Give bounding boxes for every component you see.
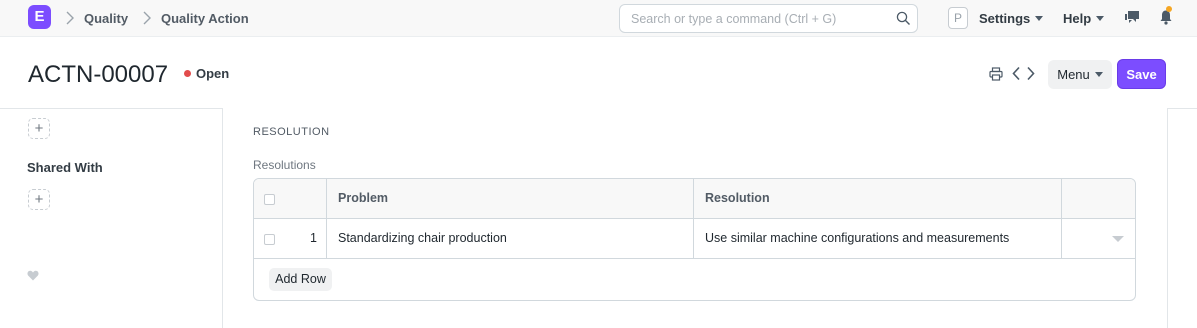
add-row-button[interactable]: Add Row: [269, 268, 332, 291]
column-header-resolution: Resolution: [705, 191, 770, 205]
status-label: Open: [196, 66, 230, 81]
divider: [326, 219, 327, 259]
breadcrumb-quality-action[interactable]: Quality Action: [161, 11, 249, 26]
cell-problem[interactable]: Standardizing chair production: [338, 231, 507, 245]
row-checkbox[interactable]: [264, 234, 275, 245]
search-icon[interactable]: [896, 11, 911, 26]
divider: [693, 219, 694, 259]
select-all-checkbox[interactable]: [264, 194, 275, 205]
app-logo[interactable]: E: [28, 5, 51, 29]
cell-resolution[interactable]: Use similar machine configurations and m…: [705, 231, 1009, 245]
table-header: Problem Resolution: [254, 179, 1135, 219]
menu-label: Menu: [1057, 67, 1090, 82]
breadcrumb-quality[interactable]: Quality: [84, 11, 128, 26]
navbar: E Quality Quality Action Search or type …: [0, 0, 1197, 37]
divider: [1061, 179, 1062, 219]
help-dropdown[interactable]: Help: [1063, 11, 1105, 26]
add-assign-button[interactable]: +: [28, 118, 50, 139]
divider: [693, 179, 694, 219]
page-head: ACTN-00007 Open Menu Save: [0, 37, 1197, 109]
print-icon[interactable]: [989, 67, 1003, 81]
row-index: 1: [310, 231, 317, 245]
chevron-right-icon: [66, 11, 74, 25]
search-input[interactable]: Search or type a command (Ctrl + G): [619, 4, 918, 33]
column-header-problem: Problem: [338, 191, 389, 205]
chevron-left-icon[interactable]: [1011, 66, 1021, 81]
notification-dot: [1166, 6, 1172, 12]
caret-down-icon: [1035, 16, 1044, 22]
page-title: ACTN-00007: [28, 61, 169, 88]
divider: [1061, 219, 1062, 259]
help-label: Help: [1063, 11, 1092, 26]
divider: [326, 179, 327, 219]
caret-down-icon: [1094, 72, 1103, 78]
menu-button[interactable]: Menu: [1048, 60, 1112, 89]
table-row[interactable]: 1 Standardizing chair production Use sim…: [254, 219, 1135, 259]
heart-icon[interactable]: [27, 270, 39, 281]
resolutions-table: Problem Resolution 1 Standardizing chair…: [253, 178, 1136, 301]
chat-icon[interactable]: [1124, 10, 1140, 25]
shared-with-label: Shared With: [27, 160, 103, 175]
field-label-resolutions: Resolutions: [253, 158, 316, 172]
avatar[interactable]: P: [948, 7, 968, 29]
chevron-right-icon[interactable]: [1026, 66, 1036, 81]
settings-label: Settings: [979, 11, 1031, 26]
add-share-button[interactable]: +: [28, 189, 50, 210]
settings-dropdown[interactable]: Settings: [979, 11, 1044, 26]
search-placeholder: Search or type a command (Ctrl + G): [631, 12, 837, 26]
save-button[interactable]: Save: [1117, 59, 1166, 89]
caret-down-icon: [1096, 16, 1105, 22]
section-title: RESOLUTION: [253, 126, 330, 138]
status-indicator: [184, 70, 191, 77]
bell-icon[interactable]: [1159, 9, 1173, 25]
row-edit-caret-icon[interactable]: [1112, 236, 1124, 242]
chevron-right-icon: [143, 11, 151, 25]
